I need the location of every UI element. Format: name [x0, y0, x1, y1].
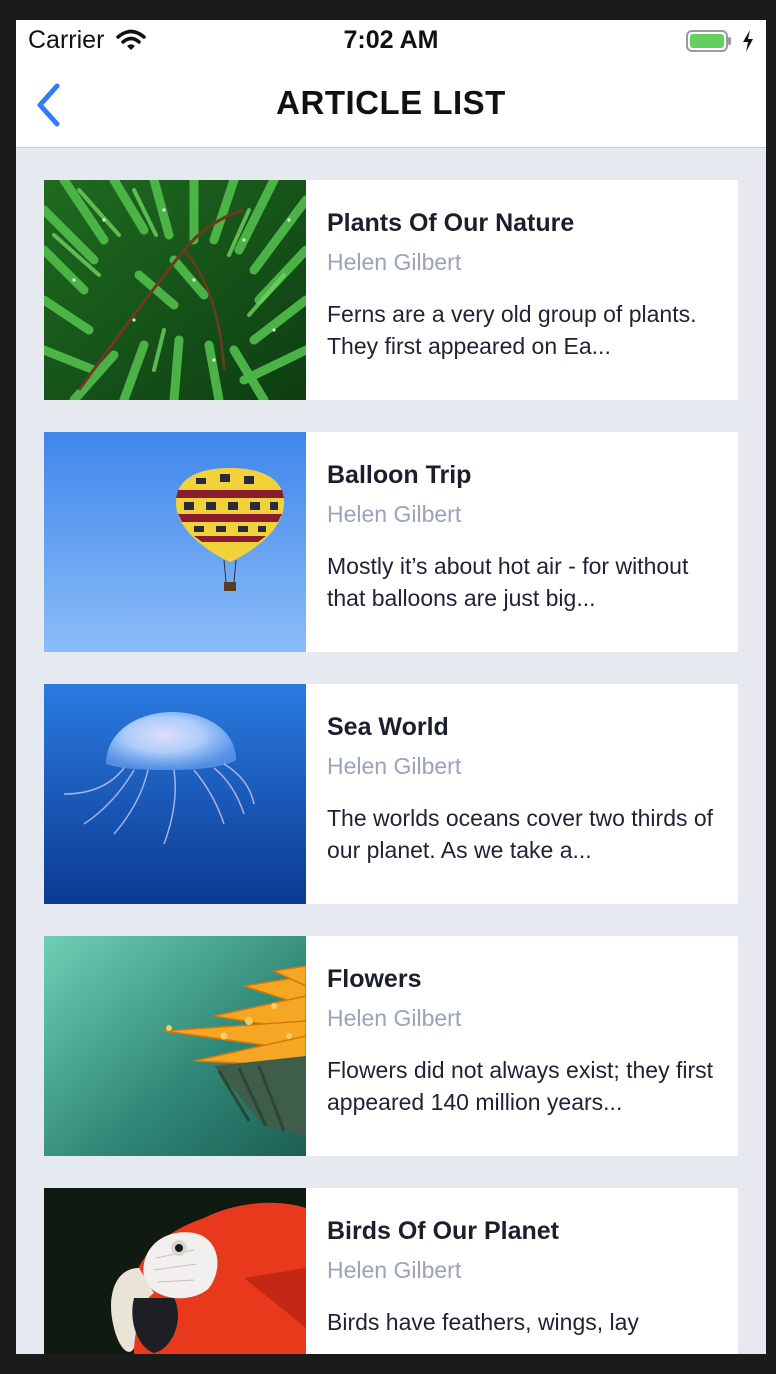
- article-card[interactable]: Birds Of Our Planet Helen Gilbert Birds …: [44, 1188, 738, 1354]
- article-title: Flowers: [327, 965, 422, 993]
- article-excerpt: Ferns are a very old group of plants. Th…: [327, 301, 697, 359]
- hot-air-balloon-image: [44, 432, 306, 652]
- page-title: ARTICLE LIST: [276, 84, 506, 121]
- fern-leaves-image: [44, 180, 306, 400]
- article-excerpt: The worlds oceans cover two thirds of ou…: [327, 805, 714, 863]
- article-card[interactable]: Sea World Helen Gilbert The worlds ocean…: [44, 684, 738, 904]
- article-title: Plants Of Our Nature: [327, 209, 575, 237]
- macaw-parrot-image: [44, 1188, 306, 1354]
- article-title: Birds Of Our Planet: [327, 1217, 559, 1245]
- status-bar: Carrier 7:02 AM: [16, 20, 766, 64]
- article-list: Plants Of Our Nature Helen Gilbert Ferns…: [44, 180, 738, 1354]
- phone-screen: Carrier 7:02 AM ARTICLE LIST Plants Of O…: [16, 20, 766, 1354]
- navigation-bar: ARTICLE LIST: [16, 64, 766, 148]
- article-title: Balloon Trip: [327, 461, 472, 489]
- article-text: Flowers Helen Gilbert Flowers did not al…: [327, 962, 722, 1118]
- article-excerpt: Flowers did not always exist; they first…: [327, 1057, 714, 1115]
- charging-bolt-icon: [743, 30, 753, 52]
- clock: 7:02 AM: [343, 26, 439, 54]
- article-card[interactable]: Flowers Helen Gilbert Flowers did not al…: [44, 936, 738, 1156]
- article-text: Balloon Trip Helen Gilbert Mostly it’s a…: [327, 458, 722, 614]
- article-excerpt: Birds have feathers, wings, lay: [327, 1309, 639, 1335]
- article-text: Sea World Helen Gilbert The worlds ocean…: [327, 710, 722, 866]
- article-text: Birds Of Our Planet Helen Gilbert Birds …: [327, 1214, 722, 1338]
- article-author: Helen Gilbert: [327, 249, 462, 275]
- article-author: Helen Gilbert: [327, 1005, 462, 1031]
- article-author: Helen Gilbert: [327, 501, 462, 527]
- jellyfish-image: [44, 684, 306, 904]
- article-author: Helen Gilbert: [327, 753, 462, 779]
- article-excerpt: Mostly it’s about hot air - for without …: [327, 553, 689, 611]
- article-card[interactable]: Plants Of Our Nature Helen Gilbert Ferns…: [44, 180, 738, 400]
- battery-icon: [686, 30, 731, 52]
- article-author: Helen Gilbert: [327, 1257, 462, 1283]
- article-text: Plants Of Our Nature Helen Gilbert Ferns…: [327, 206, 722, 362]
- orange-flower-image: [44, 936, 306, 1156]
- article-title: Sea World: [327, 713, 449, 741]
- article-card[interactable]: Balloon Trip Helen Gilbert Mostly it’s a…: [44, 432, 738, 652]
